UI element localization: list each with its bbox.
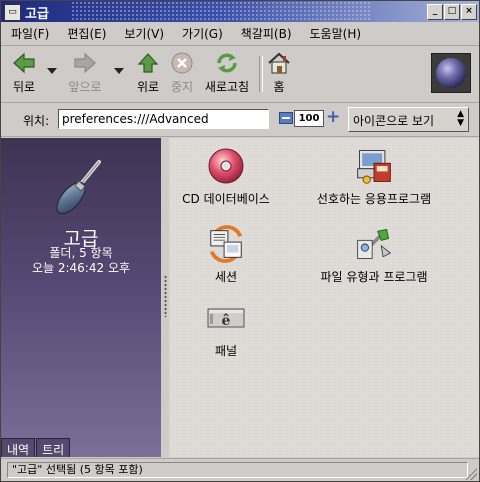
file-types-icon	[354, 224, 394, 264]
minimize-button[interactable]: _	[427, 4, 443, 20]
back-arrow-icon	[10, 50, 38, 76]
view-mode-select[interactable]: 아이콘으로 보기 ▲ ▼	[348, 107, 469, 132]
activity-throbber	[431, 53, 471, 93]
reload-icon	[213, 50, 241, 76]
item-session[interactable]: 세션	[191, 224, 261, 285]
zoom-out-button[interactable]	[279, 112, 293, 124]
reload-button[interactable]: 새로고침	[199, 50, 255, 98]
zoom-level[interactable]: 100	[294, 110, 324, 127]
back-history-dropdown-icon[interactable]	[47, 68, 57, 74]
tab-history[interactable]: 내역	[1, 438, 36, 457]
sidebar-info: 폴더, 5 항목 오늘 2:46:42 오후	[1, 246, 161, 276]
item-file-types[interactable]: 파일 유형과 프로그램	[299, 224, 449, 285]
svg-text:ê: ê	[222, 313, 231, 329]
location-bar: 위치: preferences:///Advanced 100 + 아이콘으로 …	[1, 103, 479, 137]
menu-help[interactable]: 도움말(H)	[301, 25, 371, 42]
item-panel[interactable]: ê 패널	[191, 298, 261, 359]
close-button[interactable]: ×	[461, 4, 477, 20]
status-text: "고급" 선택됨 (5 항목 포함)	[7, 462, 468, 478]
location-label: 위치:	[23, 114, 50, 128]
window-title: 고급	[25, 7, 49, 22]
icon-view[interactable]: CD 데이터베이스 선호하는 응용프로그램 세션 파일 유형과 프로그램 ê 패…	[169, 138, 479, 457]
panel-icon: ê	[206, 298, 246, 338]
status-bar: "고급" 선택됨 (5 항목 포함)	[1, 458, 479, 482]
menu-go[interactable]: 가기(G)	[173, 25, 232, 42]
menu-bar: 파일(F) 편집(E) 보기(V) 가기(G) 책갈피(B) 도움말(H)	[1, 22, 479, 46]
sidebar: 고급 폴더, 5 항목 오늘 2:46:42 오후	[1, 138, 161, 457]
select-arrows-icon: ▲ ▼	[457, 109, 464, 128]
screwdriver-icon	[53, 156, 109, 225]
menu-file[interactable]: 파일(F)	[1, 25, 58, 42]
stop-button[interactable]: 중지	[165, 50, 199, 98]
window-menu-icon[interactable]: ▭	[4, 4, 21, 21]
item-preferred-applications[interactable]: 선호하는 응용프로그램	[299, 146, 449, 207]
throbber-orb-icon	[436, 58, 466, 88]
stop-icon	[168, 50, 196, 76]
preferred-apps-icon	[354, 146, 394, 186]
file-manager-window: ▭ 고급 _ □ × 파일(F) 편집(E) 보기(V) 가기(G) 책갈피(B…	[0, 0, 480, 482]
session-icon	[206, 224, 246, 264]
up-arrow-icon	[134, 50, 162, 76]
menu-view[interactable]: 보기(V)	[115, 25, 173, 42]
forward-button[interactable]: 앞으로	[63, 50, 107, 98]
title-bar[interactable]: ▭ 고급 _ □ ×	[1, 1, 479, 22]
up-button[interactable]: 위로	[131, 50, 165, 98]
sidebar-modified-time: 오늘 2:46:42 오후	[31, 261, 131, 275]
menu-edit[interactable]: 편집(E)	[58, 25, 115, 42]
home-icon	[265, 50, 293, 76]
sidebar-item-count: 폴더, 5 항목	[49, 246, 113, 260]
forward-history-dropdown-icon[interactable]	[114, 68, 124, 74]
location-input[interactable]: preferences:///Advanced	[58, 109, 269, 129]
view-mode-label: 아이콘으로 보기	[353, 114, 435, 128]
zoom-in-button[interactable]: +	[326, 109, 340, 126]
back-button[interactable]: 뒤로	[7, 50, 41, 98]
tab-tree[interactable]: 트리	[36, 438, 71, 457]
cd-database-icon	[206, 146, 246, 186]
resize-grip-icon[interactable]	[465, 468, 477, 480]
toolbar: 뒤로 앞으로 위로 중지 새로고침 홈	[1, 46, 479, 103]
menu-bookmarks[interactable]: 책갈피(B)	[232, 25, 301, 42]
forward-arrow-icon	[71, 50, 99, 76]
item-cd-database[interactable]: CD 데이터베이스	[171, 146, 281, 207]
sidebar-resize-handle[interactable]	[164, 275, 167, 317]
maximize-button[interactable]: □	[444, 4, 460, 20]
home-button[interactable]: 홈	[263, 50, 295, 98]
sidebar-tabs: 내역 트리	[1, 438, 71, 457]
